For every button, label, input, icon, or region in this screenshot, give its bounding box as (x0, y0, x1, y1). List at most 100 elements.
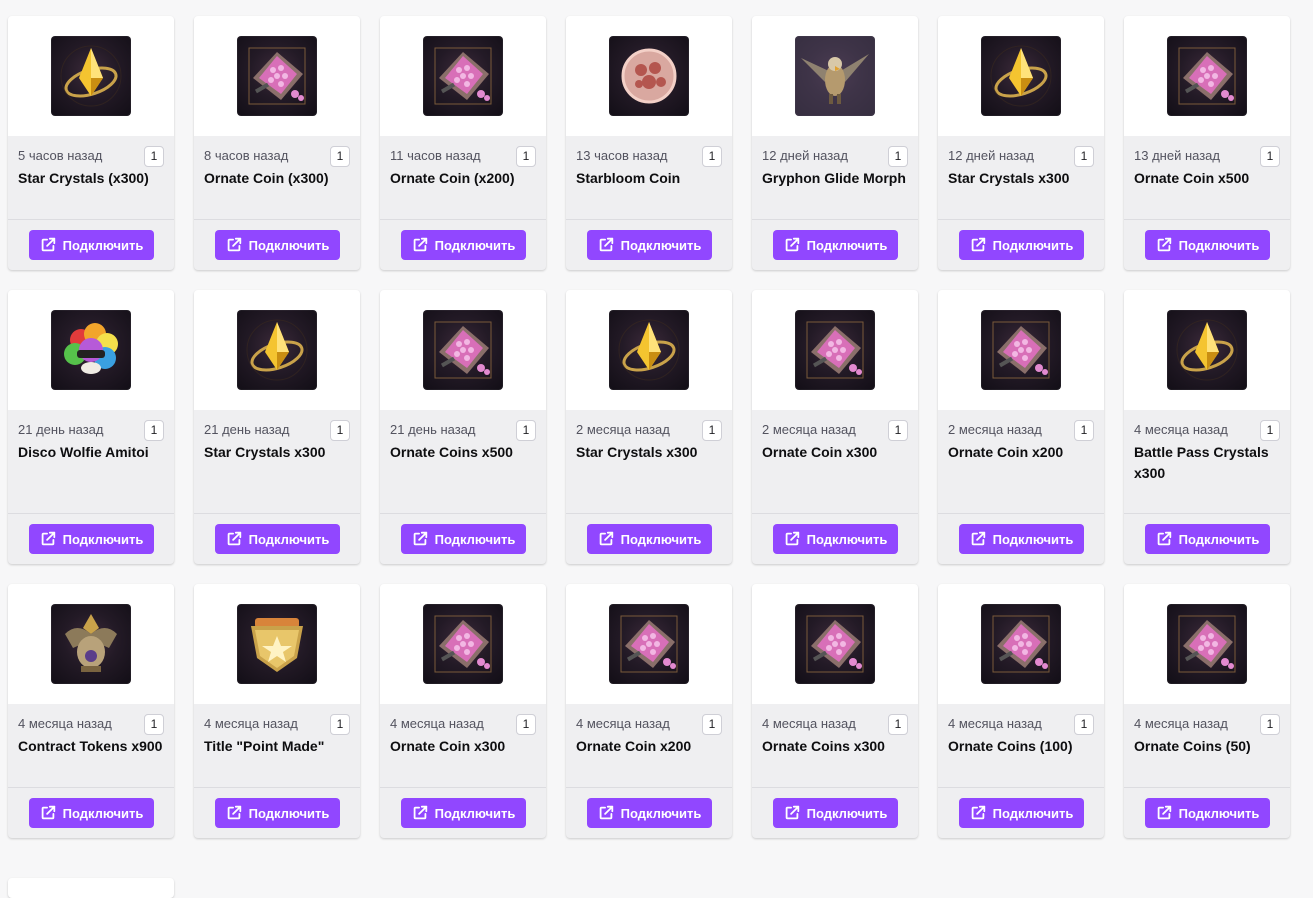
star-crystal-icon (1167, 310, 1247, 390)
connect-button-label: Подключить (620, 237, 702, 253)
quantity-badge: 1 (888, 714, 908, 735)
connect-button[interactable]: Подключить (28, 524, 154, 554)
reward-image-area (380, 584, 546, 704)
reward-card: 4 месяца назад 1 Battle Pass Crystals x300… (1124, 290, 1290, 564)
quantity-badge: 1 (888, 420, 908, 441)
connect-button[interactable]: Подключить (400, 524, 526, 554)
connect-button[interactable]: Подключить (400, 798, 526, 828)
reward-image-area (938, 290, 1104, 410)
external-link-icon (225, 236, 243, 254)
star-crystal-icon (237, 310, 317, 390)
reward-image-area (194, 584, 360, 704)
reward-info: 2 месяца назад 1 Ornate Coin x300 (752, 410, 918, 514)
ornate-coin-chest-icon (981, 604, 1061, 684)
ornate-coin-chest-icon (795, 310, 875, 390)
reward-name: Star Crystals (x300) (18, 170, 149, 186)
star-crystal-icon (51, 36, 131, 116)
ornate-coin-chest-icon (423, 604, 503, 684)
connect-button[interactable]: Подключить (586, 524, 712, 554)
reward-card: 12 дней назад 1 Star Crystals x300 Подключи… (938, 16, 1104, 270)
reward-name: Ornate Coin x200 (948, 444, 1064, 460)
connect-button[interactable]: Подключить (28, 230, 154, 260)
reward-name: Star Crystals x300 (204, 444, 326, 460)
reward-info: 11 часов назад 1 Ornate Coin (x200) (380, 136, 546, 220)
reward-time: 8 часов назад (204, 148, 289, 163)
reward-name: Ornate Coin (x300) (204, 170, 329, 186)
connect-button[interactable]: Подключить (214, 524, 340, 554)
ornate-coin-chest-icon (609, 604, 689, 684)
reward-time: 11 часов назад (390, 148, 481, 163)
reward-info: 2 месяца назад 1 Star Crystals x300 (566, 410, 732, 514)
reward-info: 4 месяца назад 1 Battle Pass Crystals x300 (1124, 410, 1290, 514)
ornate-coin-chest-icon (1167, 604, 1247, 684)
reward-actions: Подключить (8, 514, 174, 564)
external-link-icon (1155, 236, 1173, 254)
connect-button[interactable]: Подключить (586, 798, 712, 828)
reward-info: 12 дней назад 1 Star Crystals x300 (938, 136, 1104, 220)
connect-button[interactable]: Подключить (400, 230, 526, 260)
reward-info: 13 дней назад 1 Ornate Coin x500 (1124, 136, 1290, 220)
quantity-badge: 1 (330, 146, 350, 167)
reward-card: 4 месяца назад 1 Title "Point Made" Подключ… (194, 584, 360, 838)
quantity-badge: 1 (516, 420, 536, 441)
reward-card: 4 месяца назад 1 Ornate Coin x300 Подключит… (380, 584, 546, 838)
external-link-icon (597, 530, 615, 548)
connect-button[interactable]: Подключить (772, 524, 898, 554)
connect-button[interactable]: Подключить (772, 230, 898, 260)
quantity-badge: 1 (144, 714, 164, 735)
external-link-icon (1155, 804, 1173, 822)
reward-image-area (752, 290, 918, 410)
reward-info: 4 месяца назад 1 Title "Point Made" (194, 704, 360, 788)
external-link-icon (411, 530, 429, 548)
reward-image-area (566, 290, 732, 410)
reward-info: 4 месяца назад 1 Ornate Coins x300 (752, 704, 918, 788)
reward-info: 21 день назад 1 Disco Wolfie Amitoi (8, 410, 174, 514)
connect-button[interactable]: Подключить (958, 230, 1084, 260)
reward-time: 2 месяца назад (948, 422, 1042, 437)
connect-button[interactable]: Подключить (214, 798, 340, 828)
reward-name: Gryphon Glide Morph (762, 170, 906, 186)
quantity-badge: 1 (144, 420, 164, 441)
ornate-coin-chest-icon (795, 604, 875, 684)
reward-time: 21 день назад (18, 422, 104, 437)
connect-button-label: Подключить (62, 531, 144, 547)
reward-time: 4 месяца назад (1134, 716, 1228, 731)
connect-button[interactable]: Подключить (958, 798, 1084, 828)
reward-time: 4 месяца назад (390, 716, 484, 731)
reward-image-area (8, 290, 174, 410)
reward-card: 13 дней назад 1 Ornate Coin x500 Подключить (1124, 16, 1290, 270)
reward-image-area (380, 290, 546, 410)
external-link-icon (1155, 530, 1173, 548)
external-link-icon (225, 804, 243, 822)
reward-card: 2 месяца назад 1 Ornate Coin x200 Подключит… (938, 290, 1104, 564)
reward-card: 4 месяца назад 1 Ornate Coins (50) Подключи… (1124, 584, 1290, 838)
connect-button[interactable]: Подключить (586, 230, 712, 260)
reward-name: Star Crystals x300 (576, 444, 698, 460)
connect-button[interactable]: Подключить (958, 524, 1084, 554)
external-link-icon (783, 804, 801, 822)
quantity-badge: 1 (888, 146, 908, 167)
reward-time: 12 дней назад (762, 148, 848, 163)
reward-actions: Подключить (194, 788, 360, 838)
quantity-badge: 1 (516, 146, 536, 167)
reward-actions: Подключить (566, 220, 732, 270)
reward-actions: Подключить (1124, 220, 1290, 270)
connect-button[interactable]: Подключить (1144, 230, 1270, 260)
gryphon-icon (795, 36, 875, 116)
connect-button[interactable]: Подключить (214, 230, 340, 260)
external-link-icon (597, 804, 615, 822)
reward-actions: Подключить (566, 788, 732, 838)
connect-button[interactable]: Подключить (1144, 798, 1270, 828)
reward-time: 4 месяца назад (18, 716, 112, 731)
reward-card: 4 месяца назад 1 Ornate Coins x300 Подключи… (752, 584, 918, 838)
connect-button[interactable]: Подключить (772, 798, 898, 828)
reward-info: 21 день назад 1 Ornate Coins x500 (380, 410, 546, 514)
connect-button-label: Подключить (806, 531, 888, 547)
reward-name: Disco Wolfie Amitoi (18, 444, 149, 460)
ornate-coin-chest-icon (237, 36, 317, 116)
quantity-badge: 1 (144, 146, 164, 167)
connect-button[interactable]: Подключить (28, 798, 154, 828)
connect-button[interactable]: Подключить (1144, 524, 1270, 554)
reward-card: 8 часов назад 1 Ornate Coin (x300) Подключи… (194, 16, 360, 270)
reward-info: 13 часов назад 1 Starbloom Coin (566, 136, 732, 220)
